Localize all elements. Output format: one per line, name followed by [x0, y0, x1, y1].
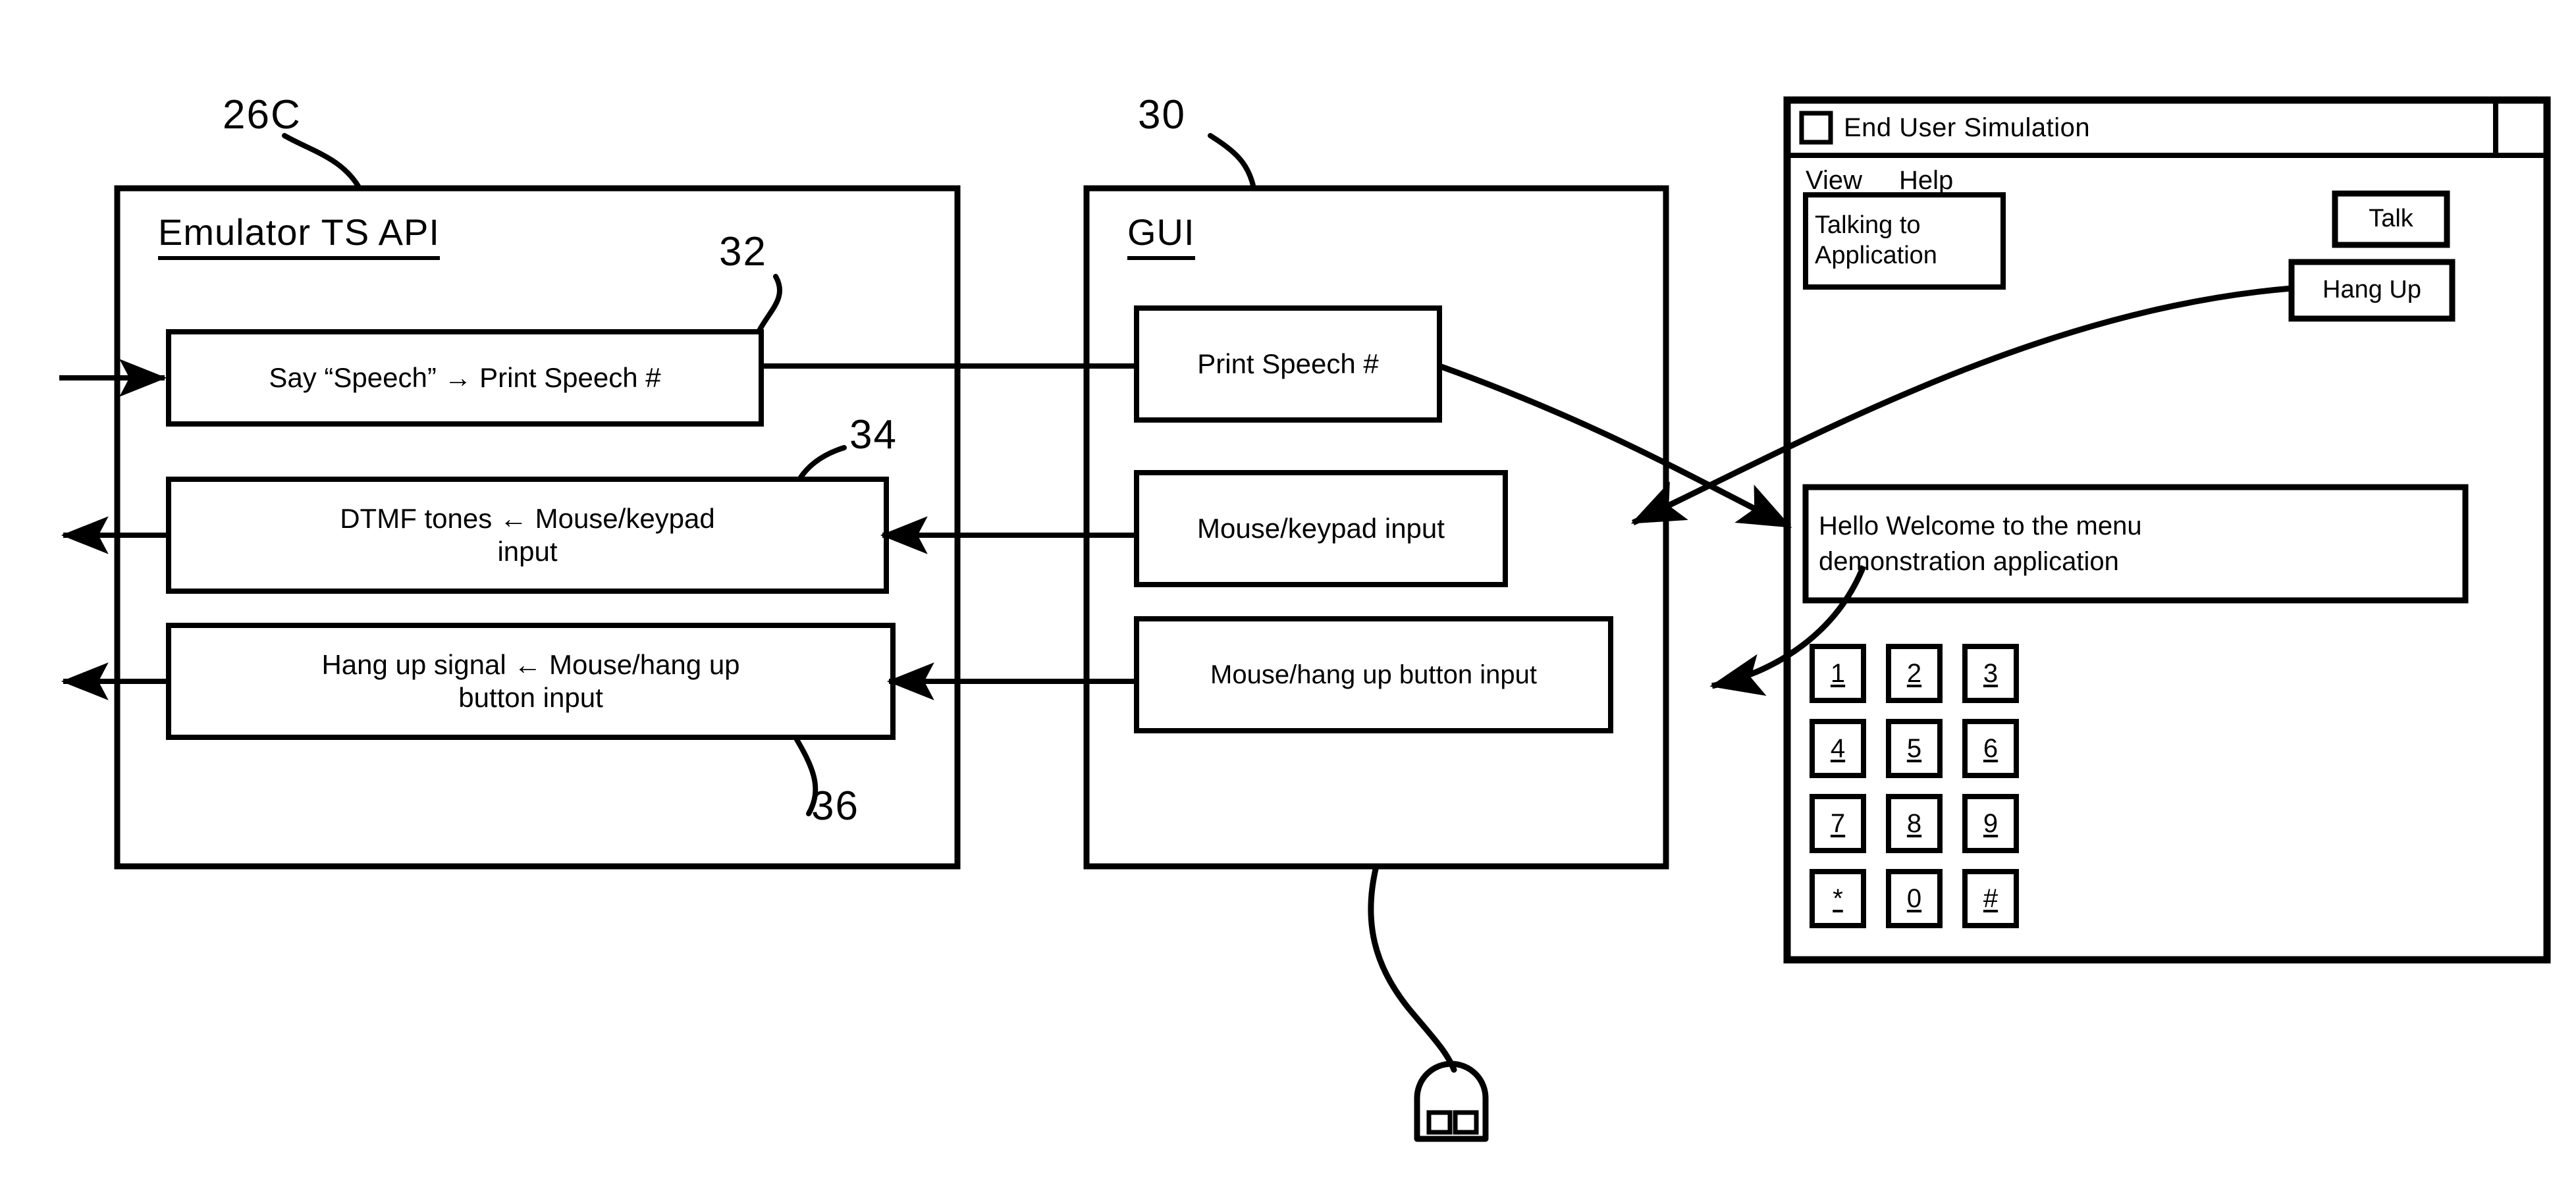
- leader-line-32: [756, 274, 782, 334]
- menu-item-help[interactable]: Help: [1899, 166, 1953, 196]
- status-box: Talking to Application: [1806, 195, 2003, 287]
- ref-numeral-36: 36: [811, 783, 859, 829]
- ref-numeral-30: 30: [1138, 92, 1186, 138]
- mouse-left-button: [1426, 1110, 1453, 1135]
- leader-line-34: [797, 445, 847, 482]
- keypad-key-7[interactable]: 7: [1812, 797, 1864, 851]
- gui-panel-title: GUI: [1127, 211, 1195, 260]
- leader-line-30: [1208, 133, 1256, 191]
- patent-figure: 26C 32 34 36 30 Emulator TS API Say “Spe…: [0, 0, 2576, 1181]
- dtmf-box-line2: input: [497, 536, 558, 567]
- keypad-key-4[interactable]: 4: [1812, 722, 1864, 775]
- window-square-icon[interactable]: [1799, 111, 1833, 145]
- emulator-panel-title: Emulator TS API: [158, 211, 440, 260]
- menu-item-view[interactable]: View: [1806, 166, 1862, 196]
- hangup-box-line2: button input: [458, 682, 603, 713]
- message-line1: Hello Welcome to the menu: [1819, 512, 2142, 540]
- keypad-key-3[interactable]: 3: [1965, 646, 2016, 700]
- keypad-key-8[interactable]: 8: [1889, 797, 1940, 851]
- mouse-keypad-box-label: Mouse/keypad input: [1197, 512, 1445, 544]
- mouse-body: [1414, 1061, 1489, 1142]
- keypad-key-star[interactable]: *: [1812, 872, 1864, 926]
- talk-button-label[interactable]: Talk: [2335, 194, 2447, 245]
- mouse-cable: [1368, 863, 1457, 1073]
- keypad-key-9[interactable]: 9: [1965, 797, 2016, 851]
- message-line2: demonstration application: [1819, 547, 2119, 576]
- keypad-key-0[interactable]: 0: [1889, 872, 1940, 926]
- status-line1: Talking to: [1815, 211, 1921, 240]
- ref-numeral-34: 34: [849, 412, 898, 458]
- hangup-button-label[interactable]: Hang Up: [2292, 262, 2452, 319]
- dtmf-box-line1: DTMF tones ← Mouse/keypad: [340, 502, 715, 534]
- ref-numeral-26c: 26C: [223, 92, 302, 138]
- ref-numeral-32: 32: [719, 229, 767, 275]
- leader-line-26c: [282, 133, 362, 191]
- keypad-key-1[interactable]: 1: [1812, 646, 1864, 700]
- keypad-key-2[interactable]: 2: [1889, 646, 1940, 700]
- keypad-key-5[interactable]: 5: [1889, 722, 1940, 775]
- print-speech-box-label: Print Speech #: [1197, 348, 1379, 379]
- message-box: Hello Welcome to the menu demonstration …: [1806, 487, 2465, 600]
- sim-window-title: End User Simulation: [1844, 113, 2091, 142]
- mouse-right-button: [1453, 1110, 1479, 1135]
- keypad-key-pound[interactable]: #: [1965, 872, 2016, 926]
- hangup-box-label: Hang up signal ← Mouse/hang up button in…: [169, 625, 893, 737]
- speech-box-label: Say “Speech” → Print Speech #: [269, 361, 661, 393]
- mouse-hangup-box-label: Mouse/hang up button input: [1210, 660, 1537, 689]
- hangup-box-line1: Hang up signal ← Mouse/hang up: [321, 648, 740, 680]
- dtmf-box-label: DTMF tones ← Mouse/keypad input: [169, 479, 886, 591]
- status-line2: Application: [1815, 242, 1937, 269]
- keypad-key-6[interactable]: 6: [1965, 722, 2016, 775]
